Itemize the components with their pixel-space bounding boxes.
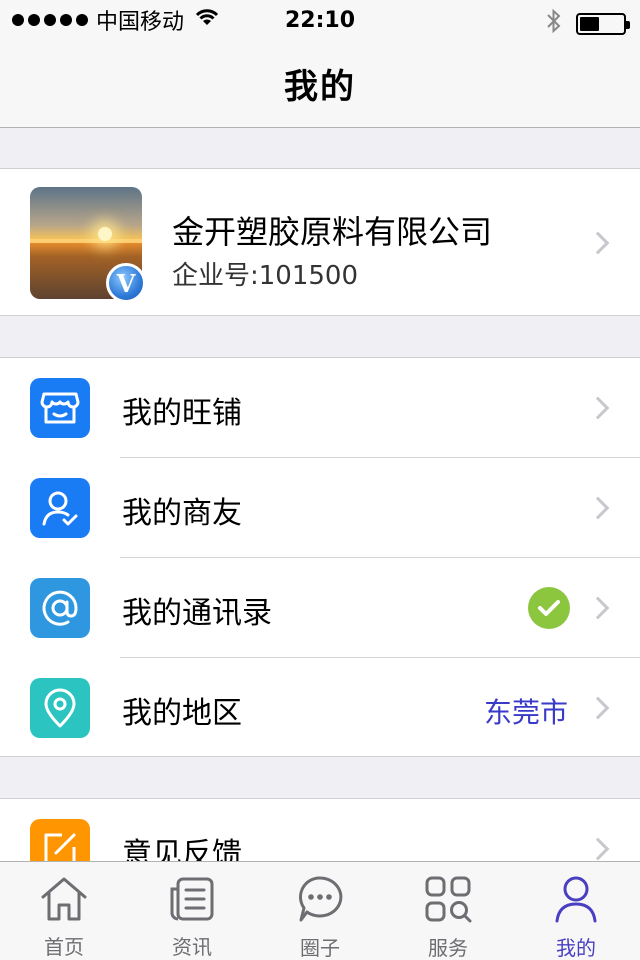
region-value: 东莞市 (483, 696, 568, 729)
menu-item-label: 我的旺铺 (122, 396, 242, 431)
carrier-name: 中国移动 (96, 10, 185, 35)
tab-news[interactable]: 资讯 (128, 862, 256, 960)
battery-icon (576, 13, 630, 35)
menu-list: 我的旺铺 我的商友 我的通讯录 我的地区 东莞市 (0, 357, 640, 757)
tab-label: 圈子 (300, 936, 340, 960)
menu-item-label: 我的商友 (122, 496, 242, 531)
person-icon (550, 874, 602, 924)
chat-bubble-icon (294, 874, 346, 924)
signal-strength-icon (12, 14, 88, 26)
chevron-right-icon (586, 231, 610, 255)
check-icon (528, 587, 570, 629)
at-icon (30, 578, 90, 638)
menu-item-address-book[interactable]: 我的通讯录 (0, 558, 640, 658)
bluetooth-icon (546, 8, 562, 40)
location-pin-icon (30, 678, 90, 738)
tab-label: 首页 (44, 935, 84, 959)
navigation-bar: 我的 (0, 40, 640, 128)
contact-check-icon (30, 478, 90, 538)
news-icon (166, 874, 218, 923)
wifi-icon (194, 7, 220, 33)
grid-search-icon (422, 874, 474, 924)
menu-item-my-region[interactable]: 我的地区 东莞市 (0, 658, 640, 758)
tab-label: 资讯 (172, 935, 212, 959)
tab-me[interactable]: 我的 (512, 862, 640, 960)
menu-item-my-store[interactable]: 我的旺铺 (0, 358, 640, 458)
menu-item-label: 我的地区 (122, 696, 242, 731)
status-bar: 中国移动 22:10 (0, 0, 640, 40)
chevron-right-icon (586, 396, 610, 420)
profile-card[interactable]: V 金开塑胶原料有限公司 企业号:101500 (0, 168, 640, 316)
tab-circle[interactable]: 圈子 (256, 862, 384, 960)
tab-label: 服务 (428, 936, 468, 960)
chevron-right-icon (586, 696, 610, 720)
company-name: 金开塑胶原料有限公司 (172, 213, 493, 251)
store-icon (30, 378, 90, 438)
menu-item-label: 我的通讯录 (122, 596, 272, 631)
menu-item-my-contacts[interactable]: 我的商友 (0, 458, 640, 558)
tab-home[interactable]: 首页 (0, 862, 128, 960)
tab-bar: 首页 资讯 圈子 服务 我的 (0, 861, 640, 960)
page-title: 我的 (284, 67, 356, 107)
verified-badge: V (106, 263, 146, 303)
chevron-right-icon (586, 837, 610, 861)
company-id: 企业号:101500 (172, 261, 359, 291)
chevron-right-icon (586, 496, 610, 520)
home-icon (38, 874, 90, 923)
tab-services[interactable]: 服务 (384, 862, 512, 960)
chevron-right-icon (586, 596, 610, 620)
tab-label: 我的 (556, 936, 596, 960)
